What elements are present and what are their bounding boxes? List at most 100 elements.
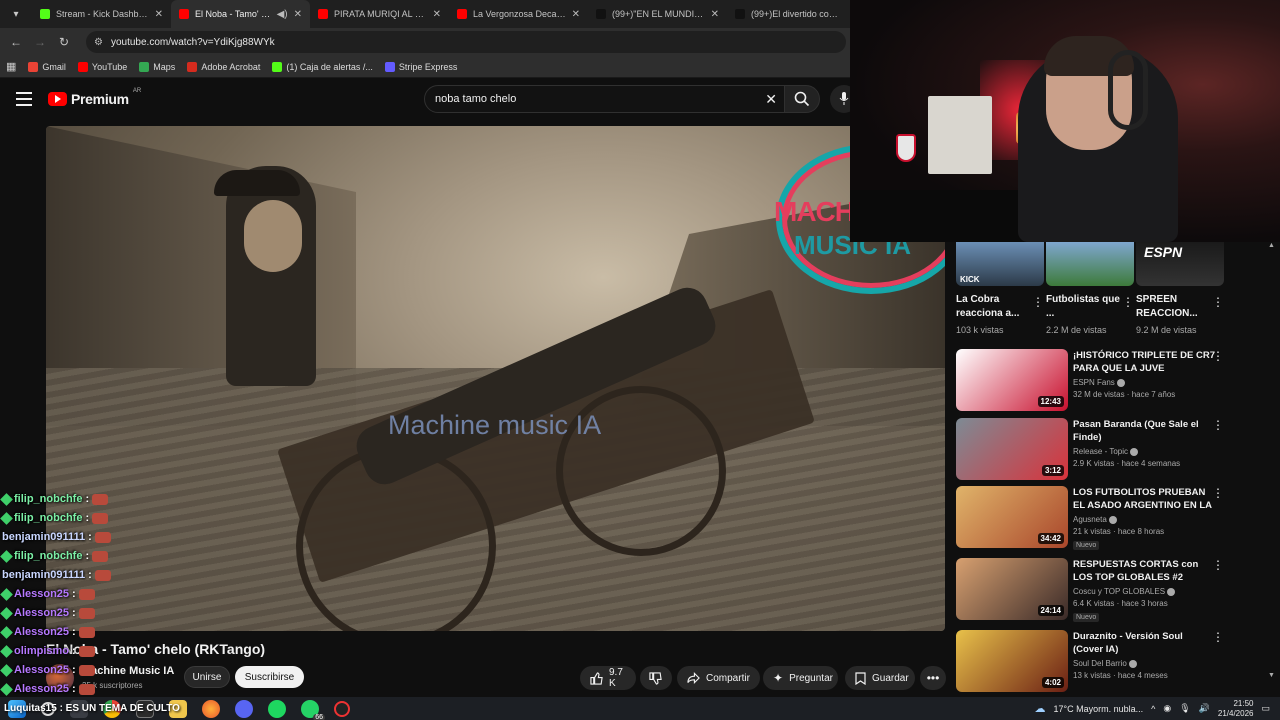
chat-username[interactable]: Alesson25 (14, 588, 69, 600)
short-thumbnail[interactable]: KICK (956, 242, 1044, 286)
video-thumbnail[interactable]: 12:43 (956, 349, 1068, 411)
short-title[interactable]: SPREEN REACCION... (1136, 293, 1214, 321)
subscribe-button[interactable]: Suscribirse (235, 666, 304, 688)
video-channel[interactable]: ESPN Fans (1073, 378, 1125, 387)
mic-icon[interactable]: 🎙 (1179, 703, 1190, 714)
browser-tab[interactable]: Stream - Kick Dashboard ✕ (32, 0, 171, 28)
whatsapp-icon[interactable]: 66 (301, 699, 325, 720)
chat-username[interactable]: Alesson25 (14, 626, 69, 638)
video-title[interactable]: LOS FUTBOLITOS PRUEBAN EL ASADO ARGENTIN… (1073, 486, 1215, 512)
bookmark-item[interactable]: (1) Caja de alertas /... (272, 61, 373, 72)
more-vert-icon[interactable]: ⋮ (1212, 295, 1224, 309)
save-button[interactable]: Guardar (845, 666, 915, 690)
recommended-video[interactable]: 12:43 ¡HISTÓRICO TRIPLETE DE CR7 PARA QUE… (956, 349, 1230, 413)
bookmark-item[interactable]: Stripe Express (384, 61, 457, 72)
chat-username[interactable]: Alesson25 (14, 607, 69, 619)
obs-icon[interactable] (334, 700, 350, 717)
more-vert-icon[interactable]: ⋮ (1212, 558, 1224, 572)
more-vert-icon[interactable]: ⋮ (1122, 295, 1134, 309)
apps-grid-icon[interactable]: ▦ (6, 60, 16, 73)
short-card[interactable]: ESPN SPREEN REACCION... 9.2 M de vistas … (1136, 242, 1224, 335)
video-title[interactable]: Duraznito - Versión Soul (Cover IA) (1073, 630, 1215, 656)
weather-icon[interactable]: ☁ (1035, 702, 1046, 715)
close-tab-icon[interactable]: ✕ (155, 9, 163, 20)
browser-tab[interactable]: El Noba - Tamo' chelo ◀) ✕ (171, 0, 310, 28)
video-title[interactable]: RESPUESTAS CORTAS con LOS TOP GLOBALES #… (1073, 558, 1215, 584)
close-tab-icon[interactable]: ✕ (711, 9, 719, 20)
video-thumbnail[interactable]: 4:02 (956, 630, 1068, 692)
browser-tab[interactable]: PIRATA MURIQI AL RESCA ✕ (310, 0, 449, 28)
chat-username[interactable]: Alesson25 (14, 664, 69, 676)
like-button[interactable]: 9.7 K (580, 666, 636, 690)
short-title[interactable]: La Cobra reacciona a... (956, 293, 1034, 321)
tab-search-icon[interactable]: ▾ (4, 4, 28, 24)
search-input[interactable]: noba tamo chelo ✕ (424, 85, 788, 113)
video-thumbnail[interactable]: 3:12 (956, 418, 1068, 480)
bookmark-item[interactable]: Adobe Acrobat (187, 61, 260, 72)
weather-text[interactable]: 17°C Mayorm. nubla... (1054, 704, 1144, 714)
site-info-icon[interactable]: ⚙ (94, 37, 103, 48)
bookmark-item[interactable]: Maps (139, 61, 175, 72)
dislike-button[interactable] (640, 666, 672, 690)
more-vert-icon[interactable]: ⋮ (1032, 295, 1044, 309)
bookmark-item[interactable]: YouTube (77, 61, 127, 72)
chat-username[interactable]: filip_nobchfe (14, 512, 82, 524)
clear-search-icon[interactable]: ✕ (765, 91, 777, 108)
browser-tab[interactable]: (99+)El divertido comerci✕ (727, 0, 866, 28)
browser-tab[interactable]: La Vergonzosa Decadenc ✕ (449, 0, 588, 28)
chat-username[interactable]: olimpismo (14, 645, 69, 657)
recommended-video[interactable]: 24:14 RESPUESTAS CORTAS con LOS TOP GLOBA… (956, 558, 1230, 622)
short-title[interactable]: Futbolistas que ... (1046, 293, 1124, 321)
video-player[interactable]: MACHI MUSIC IA Machine music IA (46, 126, 945, 631)
more-vert-icon[interactable]: ⋮ (1212, 418, 1224, 432)
volume-icon[interactable]: 🔊 (1199, 703, 1210, 714)
back-arrow-icon[interactable]: ← (4, 35, 28, 49)
short-card[interactable]: Futbolistas que ... 2.2 M de vistas ⋮ (1046, 242, 1134, 335)
channel-name[interactable]: Machine Music IA (82, 665, 174, 677)
bookmark-item[interactable]: Gmail (28, 61, 66, 72)
video-thumbnail[interactable]: 24:14 (956, 558, 1068, 620)
scroll-up-icon[interactable]: ▲ (1268, 242, 1275, 249)
short-thumbnail[interactable] (1046, 242, 1134, 286)
ask-button[interactable]: ✦ Preguntar (763, 666, 838, 690)
scroll-down-icon[interactable]: ▼ (1268, 672, 1275, 679)
forward-arrow-icon[interactable]: → (28, 35, 52, 49)
close-tab-icon[interactable]: ✕ (433, 9, 441, 20)
recommended-video[interactable]: 3:12 Pasan Baranda (Que Sale el Finde) Rel… (956, 418, 1230, 482)
join-button[interactable]: Unirse (184, 666, 230, 688)
reload-icon[interactable]: ↻ (52, 35, 76, 49)
discord-icon[interactable] (235, 699, 253, 718)
chat-username[interactable]: Alesson25 (14, 683, 69, 695)
chat-username[interactable]: filip_nobchfe (14, 550, 82, 562)
short-card[interactable]: KICK La Cobra reacciona a... 103 k vista… (956, 242, 1044, 335)
browser-tab[interactable]: (99+)"EN EL MUNDIAL LE ✕ (588, 0, 727, 28)
more-vert-icon[interactable]: ⋮ (1212, 630, 1224, 644)
video-title[interactable]: ¡HISTÓRICO TRIPLETE DE CR7 PARA QUE LA J… (1073, 349, 1215, 375)
video-channel[interactable]: Coscu y TOP GLOBALES (1073, 587, 1176, 596)
youtube-logo[interactable]: Premium AR (48, 88, 141, 107)
menu-icon[interactable] (16, 92, 32, 106)
close-tab-icon[interactable]: ✕ (572, 9, 580, 20)
network-icon[interactable]: ◉ (1163, 703, 1171, 714)
spotify-icon[interactable] (268, 699, 286, 718)
search-button[interactable] (784, 85, 820, 113)
more-vert-icon[interactable]: ⋮ (1212, 349, 1224, 363)
video-title[interactable]: Pasan Baranda (Que Sale el Finde) (1073, 418, 1215, 444)
chat-username[interactable]: benjamin091111 (2, 531, 85, 543)
notifications-icon[interactable]: ▭ (1261, 703, 1270, 714)
share-button[interactable]: Compartir (677, 666, 760, 690)
recommended-video[interactable]: 4:02 Duraznito - Versión Soul (Cover IA) S… (956, 630, 1230, 694)
clock[interactable]: 21:50 21/4/2026 (1218, 699, 1254, 719)
tray-chevron-icon[interactable]: ^ (1151, 704, 1155, 714)
video-channel[interactable]: Release - Topic (1073, 447, 1138, 456)
close-tab-icon[interactable]: ✕ (294, 9, 302, 20)
short-thumbnail[interactable]: ESPN (1136, 242, 1224, 286)
video-thumbnail[interactable]: 34:42 (956, 486, 1068, 548)
firefox-icon[interactable] (202, 699, 220, 718)
video-channel[interactable]: Agusneta (1073, 515, 1117, 524)
more-vert-icon[interactable]: ⋮ (1212, 486, 1224, 500)
recommended-video[interactable]: 34:42 LOS FUTBOLITOS PRUEBAN EL ASADO ARG… (956, 486, 1230, 550)
sidebar-scrollbar[interactable]: ▲ ▼ (1266, 242, 1276, 682)
speaker-icon[interactable]: ◀) (277, 9, 288, 20)
chat-username[interactable]: benjamin091111 (2, 569, 85, 581)
